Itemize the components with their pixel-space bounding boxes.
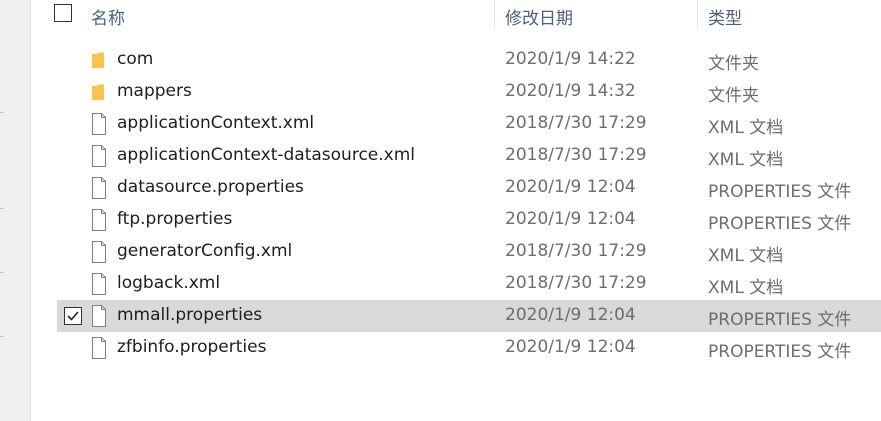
column-header: 名称 修改日期 类型	[30, 0, 881, 30]
file-icon	[89, 336, 109, 360]
file-row[interactable]: datasource.properties 2020/1/9 12:04 PROPE…	[30, 172, 881, 204]
file-type: 文件夹	[708, 54, 759, 74]
file-type: XML 文档	[708, 118, 784, 138]
file-name[interactable]: zfbinfo.properties	[117, 337, 266, 357]
file-modified-date: 2020/1/9 12:04	[505, 209, 636, 229]
file-modified-date: 2018/7/30 17:29	[505, 145, 647, 165]
folder-icon	[89, 48, 109, 72]
file-type: PROPERTIES 文件	[708, 214, 852, 234]
nav-tick-mark	[0, 208, 4, 209]
file-row[interactable]: generatorConfig.xml 2018/7/30 17:29 XML 文档	[30, 236, 881, 268]
column-separator[interactable]	[697, 0, 698, 30]
file-modified-date: 2018/7/30 17:29	[505, 241, 647, 261]
file-name[interactable]: applicationContext-datasource.xml	[117, 145, 415, 165]
file-type: PROPERTIES 文件	[708, 342, 852, 362]
select-all-checkbox[interactable]	[54, 4, 72, 22]
file-modified-date: 2018/7/30 17:29	[505, 273, 647, 293]
file-icon	[89, 240, 109, 264]
file-type: 文件夹	[708, 86, 759, 106]
file-row[interactable]: mappers 2020/1/9 14:32 文件夹	[30, 76, 881, 108]
nav-tick-mark	[0, 336, 4, 337]
file-explorer-window: 名称 修改日期 类型 com 2020/1/9 14:22 文件夹 mappers 20…	[0, 0, 881, 421]
nav-tick-mark	[0, 112, 4, 113]
file-name[interactable]: mmall.properties	[117, 305, 262, 325]
file-name[interactable]: datasource.properties	[117, 177, 304, 197]
file-icon	[89, 208, 109, 232]
file-list: com 2020/1/9 14:22 文件夹 mappers 2020/1/9 14:3…	[30, 44, 881, 364]
column-header-name[interactable]: 名称	[91, 4, 125, 29]
file-type: XML 文档	[708, 246, 784, 266]
file-row[interactable]: applicationContext.xml 2018/7/30 17:29 XML…	[30, 108, 881, 140]
file-modified-date: 2020/1/9 12:04	[505, 305, 636, 325]
file-name[interactable]: applicationContext.xml	[117, 113, 314, 133]
file-type: XML 文档	[708, 278, 784, 298]
file-row[interactable]: com 2020/1/9 14:22 文件夹	[30, 44, 881, 76]
file-type: PROPERTIES 文件	[708, 310, 852, 330]
file-row[interactable]: mmall.properties 2020/1/9 12:04 PROPERTIES…	[30, 300, 881, 332]
file-name[interactable]: ftp.properties	[117, 209, 232, 229]
file-row[interactable]: applicationContext-datasource.xml 2018/7/…	[30, 140, 881, 172]
file-row[interactable]: logback.xml 2018/7/30 17:29 XML 文档	[30, 268, 881, 300]
nav-tick-mark	[0, 272, 4, 273]
row-checkbox[interactable]	[64, 307, 82, 325]
file-name[interactable]: logback.xml	[117, 273, 220, 293]
file-modified-date: 2020/1/9 12:04	[505, 177, 636, 197]
folder-icon	[89, 80, 109, 104]
navigation-pane-edge[interactable]	[0, 0, 31, 421]
file-name[interactable]: com	[117, 49, 153, 69]
column-header-date[interactable]: 修改日期	[505, 4, 573, 29]
file-icon	[89, 144, 109, 168]
file-icon	[89, 272, 109, 296]
file-modified-date: 2018/7/30 17:29	[505, 113, 647, 133]
column-separator[interactable]	[494, 0, 495, 30]
file-icon	[89, 112, 109, 136]
file-modified-date: 2020/1/9 14:22	[505, 49, 636, 69]
file-row[interactable]: ftp.properties 2020/1/9 12:04 PROPERTIES 文…	[30, 204, 881, 236]
file-type: XML 文档	[708, 150, 784, 170]
file-modified-date: 2020/1/9 12:04	[505, 337, 636, 357]
file-type: PROPERTIES 文件	[708, 182, 852, 202]
column-header-type[interactable]: 类型	[708, 4, 742, 29]
file-icon	[89, 304, 109, 328]
file-modified-date: 2020/1/9 14:32	[505, 81, 636, 101]
file-name[interactable]: generatorConfig.xml	[117, 241, 292, 261]
file-name[interactable]: mappers	[117, 81, 192, 101]
file-row[interactable]: zfbinfo.properties 2020/1/9 12:04 PROPERTI…	[30, 332, 881, 364]
file-icon	[89, 176, 109, 200]
